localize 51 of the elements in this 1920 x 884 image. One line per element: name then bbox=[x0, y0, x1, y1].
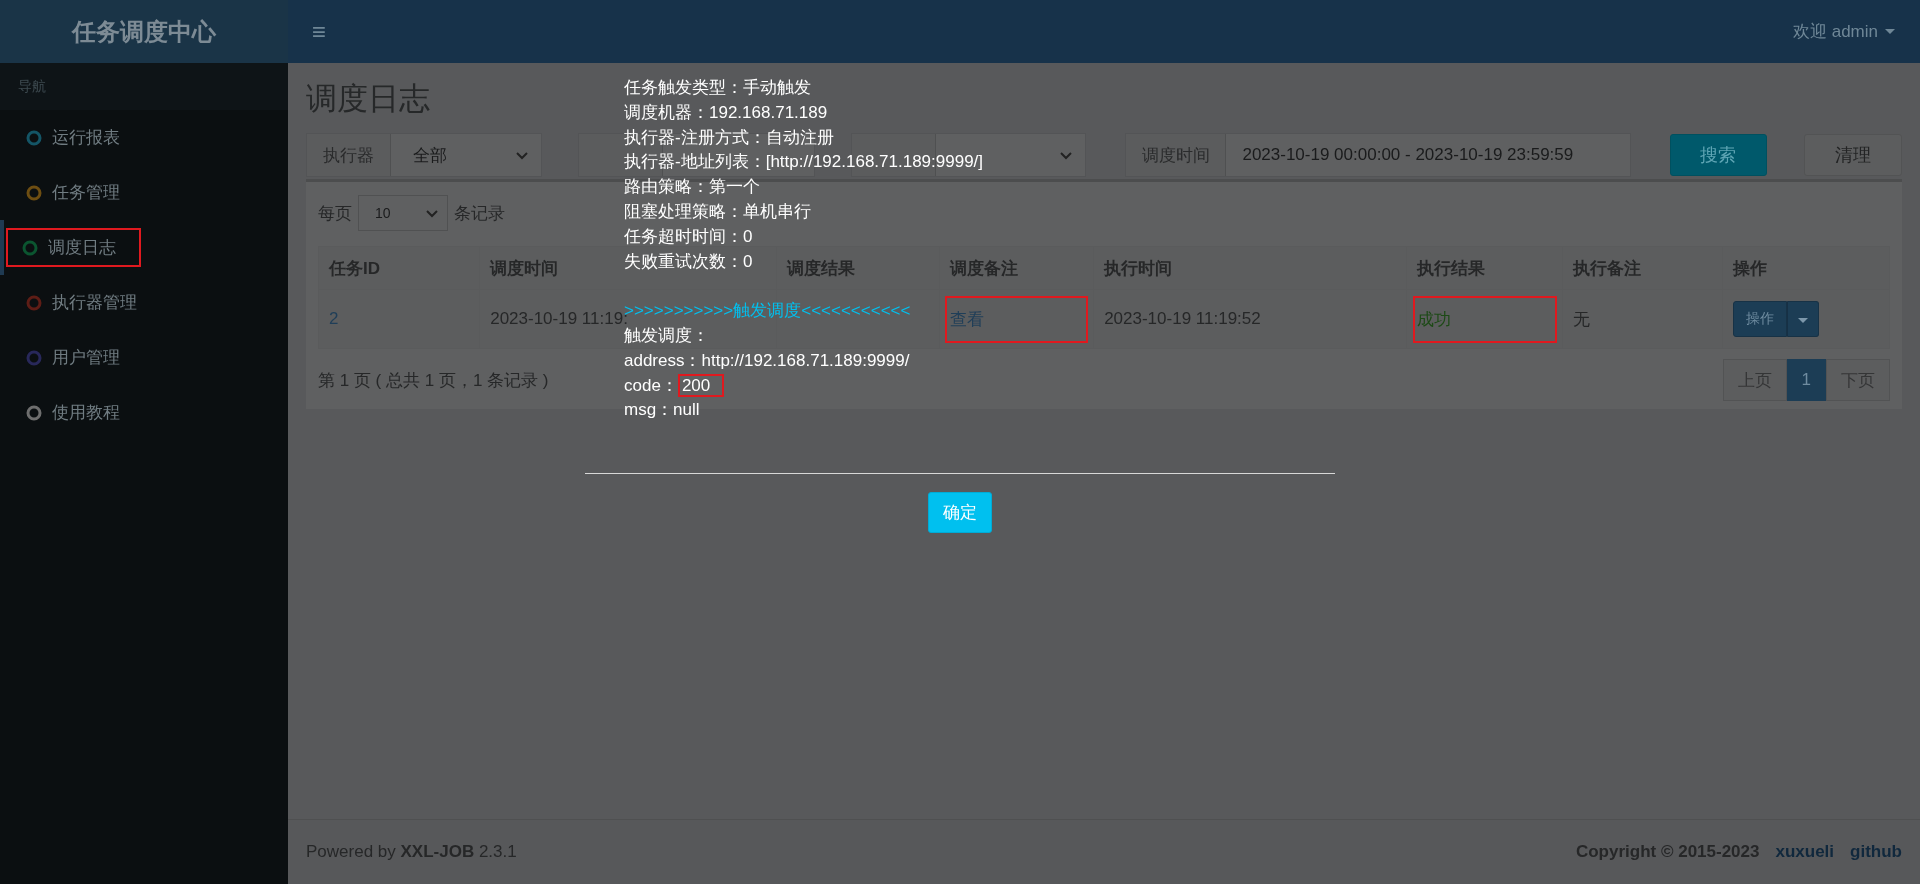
nav-item[interactable]: 使用教程 bbox=[0, 385, 288, 440]
log-line: 执行器-地址列表：[http://192.168.71.189:9999/] bbox=[624, 151, 984, 174]
banner-text: >>>>>>>>>>>触发调度<<<<<<<<<<< bbox=[624, 300, 911, 321]
log-line: address：http://192.168.71.189:9999/ bbox=[624, 349, 910, 372]
clear-button[interactable]: 清理 bbox=[1804, 134, 1902, 176]
page-size-label: 条记录 bbox=[454, 202, 505, 225]
highlighted-value: 200 bbox=[677, 373, 725, 397]
caret-icon bbox=[1884, 27, 1896, 36]
log-line: msg：null bbox=[624, 399, 700, 422]
nav-label: 运行报表 bbox=[10, 118, 145, 157]
nav-item[interactable]: 任务管理 bbox=[0, 165, 288, 220]
dropdown-button[interactable] bbox=[1786, 301, 1819, 337]
page-summary: 第 1 页 ( 总共 1 页，1 条记录 ) bbox=[318, 369, 549, 392]
log-line: 失败重试次数：0 bbox=[624, 250, 753, 273]
nav-item[interactable]: 执行器管理 bbox=[0, 275, 288, 330]
search-button[interactable]: 搜索 bbox=[1669, 134, 1768, 176]
nav-label: 执行器管理 bbox=[10, 283, 153, 322]
footer-link[interactable]: github bbox=[1850, 842, 1902, 862]
log-line: 路由策略：第一个 bbox=[624, 176, 760, 199]
page-size-label: 每页 bbox=[318, 202, 352, 225]
chevron-icon bbox=[425, 208, 439, 218]
page-size-select[interactable]: 10 bbox=[358, 195, 448, 231]
log-line: 执行器-注册方式：自动注册 bbox=[624, 126, 834, 149]
user-menu[interactable]: 欢迎 admin bbox=[1786, 19, 1902, 44]
page-button[interactable]: 1 bbox=[1786, 359, 1826, 401]
chevron-icon bbox=[1059, 150, 1074, 160]
cell-link[interactable]: 查看 bbox=[949, 309, 984, 329]
nav-item[interactable]: 用户管理 bbox=[0, 330, 288, 385]
app-title: 任务调度中心 bbox=[72, 16, 216, 47]
footer-link[interactable]: xuxueli bbox=[1775, 842, 1835, 862]
cell-link[interactable]: 2 bbox=[329, 309, 339, 328]
caret-icon bbox=[1797, 317, 1808, 324]
nav-label: 使用教程 bbox=[10, 393, 145, 432]
nav-label: 用户管理 bbox=[10, 338, 145, 377]
chevron-icon bbox=[515, 150, 530, 160]
action-button[interactable]: 操作 bbox=[1732, 301, 1787, 337]
confirm-button[interactable]: 确定 bbox=[928, 492, 992, 534]
nav-label: 调度日志 bbox=[6, 228, 141, 267]
select-field[interactable]: 全部 bbox=[391, 134, 542, 176]
log-line: 任务超时时间：0 bbox=[624, 225, 753, 248]
nav-label: 任务管理 bbox=[10, 173, 145, 212]
log-line: 调度机器：192.168.71.189 bbox=[624, 101, 828, 124]
date-range-field[interactable]: 2023-10-19 00:00:00 - 2023-10-19 23:59:59 bbox=[1226, 134, 1630, 176]
log-line: 阻塞处理策略：单机串行 bbox=[624, 201, 811, 223]
nav-item[interactable]: 调度日志 bbox=[0, 220, 288, 275]
log-line: 任务触发类型：手动触发 bbox=[624, 77, 811, 99]
log-line: 触发调度： bbox=[624, 324, 709, 347]
menu-button[interactable]: ≡ bbox=[306, 17, 332, 46]
nav-item[interactable]: 运行报表 bbox=[0, 110, 288, 165]
log-line: code： bbox=[624, 375, 678, 395]
status-text: 成功 bbox=[1417, 309, 1452, 329]
